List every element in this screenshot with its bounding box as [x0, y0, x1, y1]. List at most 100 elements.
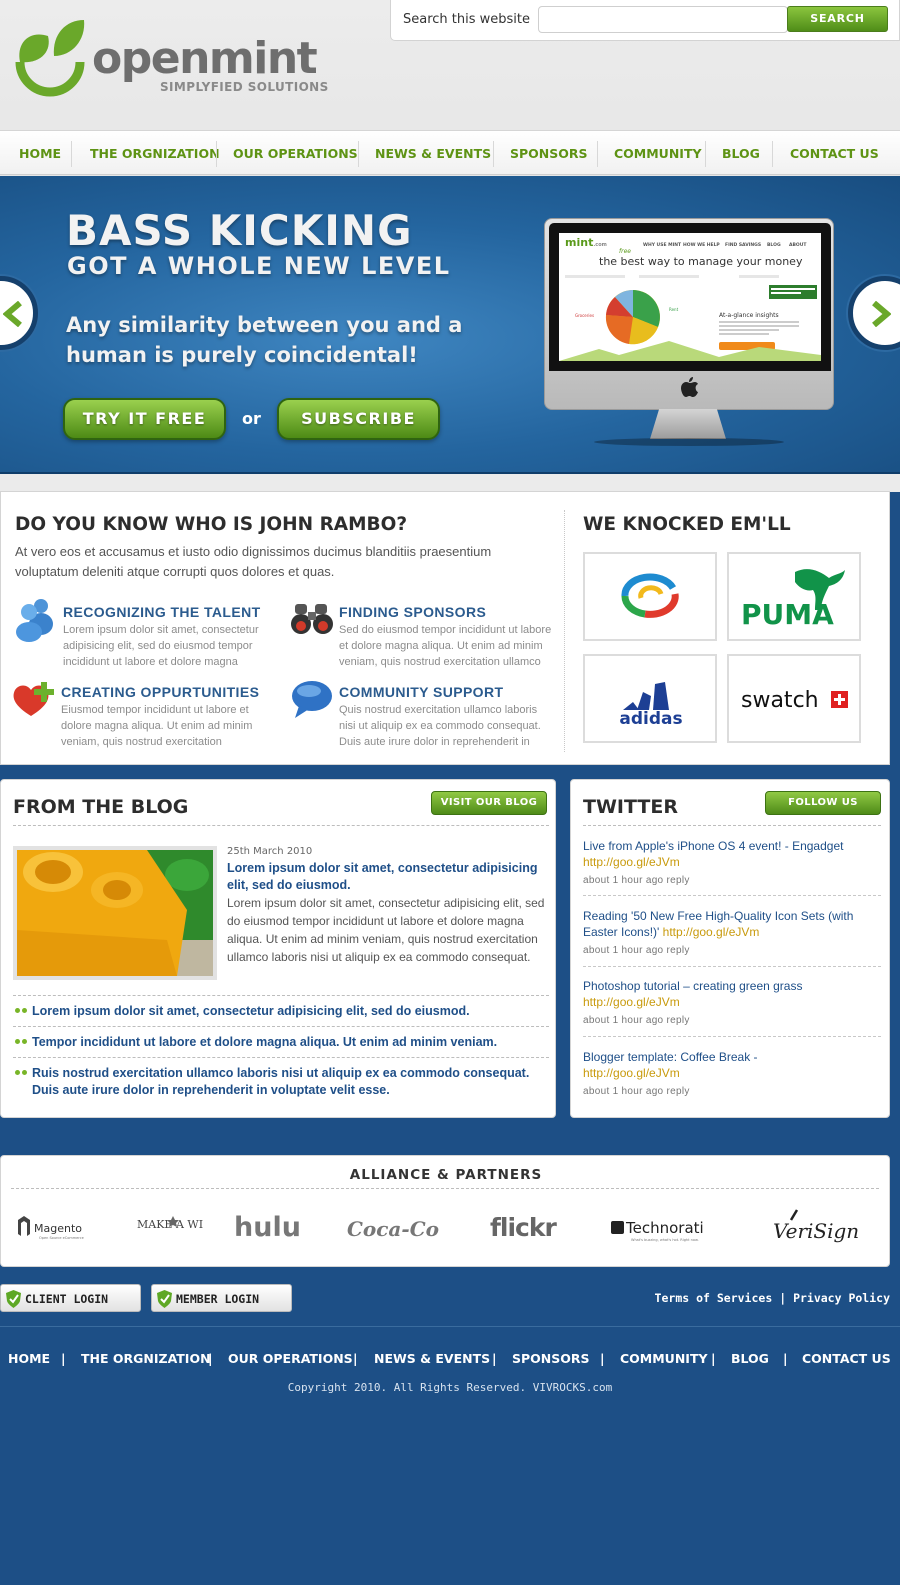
partner-flickr-logo[interactable]: flickr	[488, 1208, 574, 1248]
slider-next-button[interactable]	[848, 276, 900, 350]
svg-text:What's buzzing, what's hot. Ri: What's buzzing, what's hot. Right now.	[631, 1238, 699, 1242]
tweet-link[interactable]: http://goo.gl/eJVm	[583, 855, 680, 869]
mint-tagline: the best way to manage your money	[599, 255, 803, 268]
subscribe-button[interactable]: SUBSCRIBE	[277, 398, 440, 440]
slider-prev-button[interactable]	[0, 276, 38, 350]
tweet-meta[interactable]: about 1 hour ago reply	[583, 873, 881, 889]
swatch-logo-icon: swatch	[741, 688, 848, 713]
partner-make-a-wish-logo[interactable]: MAKE A WISH	[133, 1208, 203, 1248]
tweet-item: Live from Apple's iPhone OS 4 event! - E…	[583, 838, 881, 889]
footer-nav-news-events[interactable]: NEWS & EVENTS	[374, 1351, 490, 1366]
nav-divider	[493, 141, 494, 167]
nav-item-news-events[interactable]: NEWS & EVENTS	[375, 146, 491, 161]
blog-link-item[interactable]: Ruis nostrud exercitation ullamco labori…	[13, 1057, 549, 1107]
terms-link[interactable]: Terms of Services	[655, 1291, 773, 1305]
bullet-icon	[15, 1070, 28, 1075]
client-logo-swatch[interactable]: swatch	[727, 654, 861, 743]
try-it-free-button[interactable]: TRY IT FREE	[63, 398, 226, 440]
main-nav: HOME THE ORGNIZATION OUR OPERATIONS NEWS…	[0, 130, 900, 175]
svg-text:Magento: Magento	[34, 1222, 82, 1235]
partners-divider	[11, 1188, 879, 1189]
twitter-panel: TWITTER FOLLOW US Live from Apple's iPho…	[570, 779, 890, 1118]
bullet-icon	[15, 1039, 28, 1044]
blog-link-item[interactable]: Lorem ipsum dolor sit amet, consectetur …	[13, 995, 549, 1026]
tweet-meta[interactable]: about 1 hour ago reply	[583, 1084, 881, 1100]
footer-nav-blog[interactable]: BLOG	[731, 1351, 769, 1366]
partner-technorati-logo[interactable]: Technorati What's buzzing, what's hot. R…	[609, 1208, 729, 1248]
client-login-button[interactable]: CLIENT LOGIN	[0, 1284, 141, 1312]
nav-item-sponsors[interactable]: SPONSORS	[510, 146, 588, 161]
partners-panel: ALLIANCE & PARTNERS Magento Open Source …	[0, 1155, 890, 1267]
partner-magento-logo[interactable]: Magento Open Source eCommerce	[15, 1208, 93, 1248]
users-icon	[16, 599, 53, 642]
blog-link-text[interactable]: Lorem ipsum dolor sit amet, consectetur …	[32, 1004, 470, 1018]
blog-post-date: 25th March 2010	[227, 846, 313, 857]
tweet-link[interactable]: http://goo.gl/eJVm	[583, 995, 680, 1009]
footer-nav-separator: |	[208, 1351, 213, 1366]
adidas-logo-icon: adidas	[619, 682, 683, 729]
tweet-divider	[583, 1036, 881, 1037]
legal-separator: |	[779, 1291, 787, 1305]
tweet-text: Blogger template: Coffee Break -	[583, 1050, 758, 1064]
partners-title: ALLIANCE & PARTNERS	[349, 1167, 543, 1183]
nav-item-operations[interactable]: OUR OPERATIONS	[233, 146, 358, 161]
search-input[interactable]	[538, 6, 788, 33]
tweet-link[interactable]: http://goo.gl/eJVm	[583, 1066, 680, 1080]
visit-blog-button[interactable]: VISIT OUR BLOG	[431, 791, 547, 815]
leaf-logo-icon	[15, 20, 85, 97]
client-logo-adidas[interactable]: adidas	[583, 654, 717, 743]
footer-nav-contact[interactable]: CONTACT US	[802, 1351, 891, 1366]
nav-item-organization[interactable]: THE ORGNIZATION	[90, 146, 220, 161]
puma-logo-icon: PUMA	[741, 569, 845, 631]
tweet-meta[interactable]: about 1 hour ago reply	[583, 943, 881, 959]
blog-title: FROM THE BLOG	[13, 796, 189, 818]
site-logo[interactable]: openmint SIMPLYFIED SOLUTIONS	[14, 20, 344, 112]
search-button[interactable]: SEARCH	[787, 6, 888, 32]
feature-title: CREATING OPPURTUNITIES	[61, 684, 260, 700]
footer-nav-community[interactable]: COMMUNITY	[620, 1351, 708, 1366]
monitor-body: mint.com WHY USE MINT HOW WE HELP FIND S…	[544, 218, 834, 410]
nav-divider	[358, 141, 359, 167]
blog-post-headline[interactable]: Lorem ipsum dolor sit amet, consectetur …	[227, 860, 543, 894]
footer-nav-organization[interactable]: THE ORGNIZATION	[81, 1351, 211, 1366]
client-login-label: CLIENT LOGIN	[25, 1292, 109, 1306]
follow-us-button[interactable]: FOLLOW US	[765, 791, 881, 815]
tweet-divider	[583, 895, 881, 896]
section-divider	[564, 510, 565, 752]
blog-post-image[interactable]	[13, 846, 217, 980]
blog-link-item[interactable]: Tempor incididunt ut labore et dolore ma…	[13, 1026, 549, 1057]
nav-item-home[interactable]: HOME	[19, 146, 61, 161]
tweet-meta[interactable]: about 1 hour ago reply	[583, 1013, 881, 1029]
client-logo-puma[interactable]: PUMA	[727, 552, 861, 641]
footer-nav-separator: |	[600, 1351, 605, 1366]
footer-nav-home[interactable]: HOME	[8, 1351, 50, 1366]
tweet-link[interactable]: http://goo.gl/eJVm	[663, 925, 760, 939]
footer-divider	[0, 1326, 900, 1327]
client-logo-ring[interactable]	[583, 552, 717, 641]
svg-text:adidas: adidas	[619, 709, 682, 729]
footer-nav-sponsors[interactable]: SPONSORS	[512, 1351, 590, 1366]
partner-coca-cola-logo[interactable]: Coca-Cola	[345, 1208, 439, 1248]
svg-text:VeriSign: VeriSign	[773, 1219, 859, 1243]
nav-item-contact[interactable]: CONTACT US	[790, 146, 879, 161]
blog-link-text[interactable]: Tempor incididunt ut labore et dolore ma…	[32, 1035, 497, 1049]
feature-text: Sed do eiusmod tempor incididunt ut labo…	[339, 624, 552, 668]
footer-nav-separator: |	[353, 1351, 358, 1366]
nav-item-community[interactable]: COMMUNITY	[614, 146, 702, 161]
blog-link-text[interactable]: Ruis nostrud exercitation ullamco labori…	[32, 1066, 529, 1097]
partner-verisign-logo[interactable]: VeriSign	[771, 1208, 875, 1248]
shield-check-icon	[157, 1290, 172, 1308]
partner-hulu-logo[interactable]: hulu	[232, 1208, 304, 1248]
monitor-stand	[650, 409, 726, 439]
nav-divider	[71, 141, 72, 167]
monitor-shadow	[594, 438, 784, 446]
feature-title: RECOGNIZING THE TALENT	[63, 604, 261, 620]
bullet-icon	[15, 1008, 28, 1013]
mint-screen-graphic: Groceries Rent Auto At-a-glance insights	[559, 275, 821, 361]
nav-item-blog[interactable]: BLOG	[722, 146, 760, 161]
footer-nav-separator: |	[492, 1351, 497, 1366]
footer-nav-operations[interactable]: OUR OPERATIONS	[228, 1351, 353, 1366]
lego-brick-image	[17, 850, 213, 976]
privacy-link[interactable]: Privacy Policy	[793, 1291, 890, 1305]
member-login-button[interactable]: MEMBER LOGIN	[151, 1284, 292, 1312]
